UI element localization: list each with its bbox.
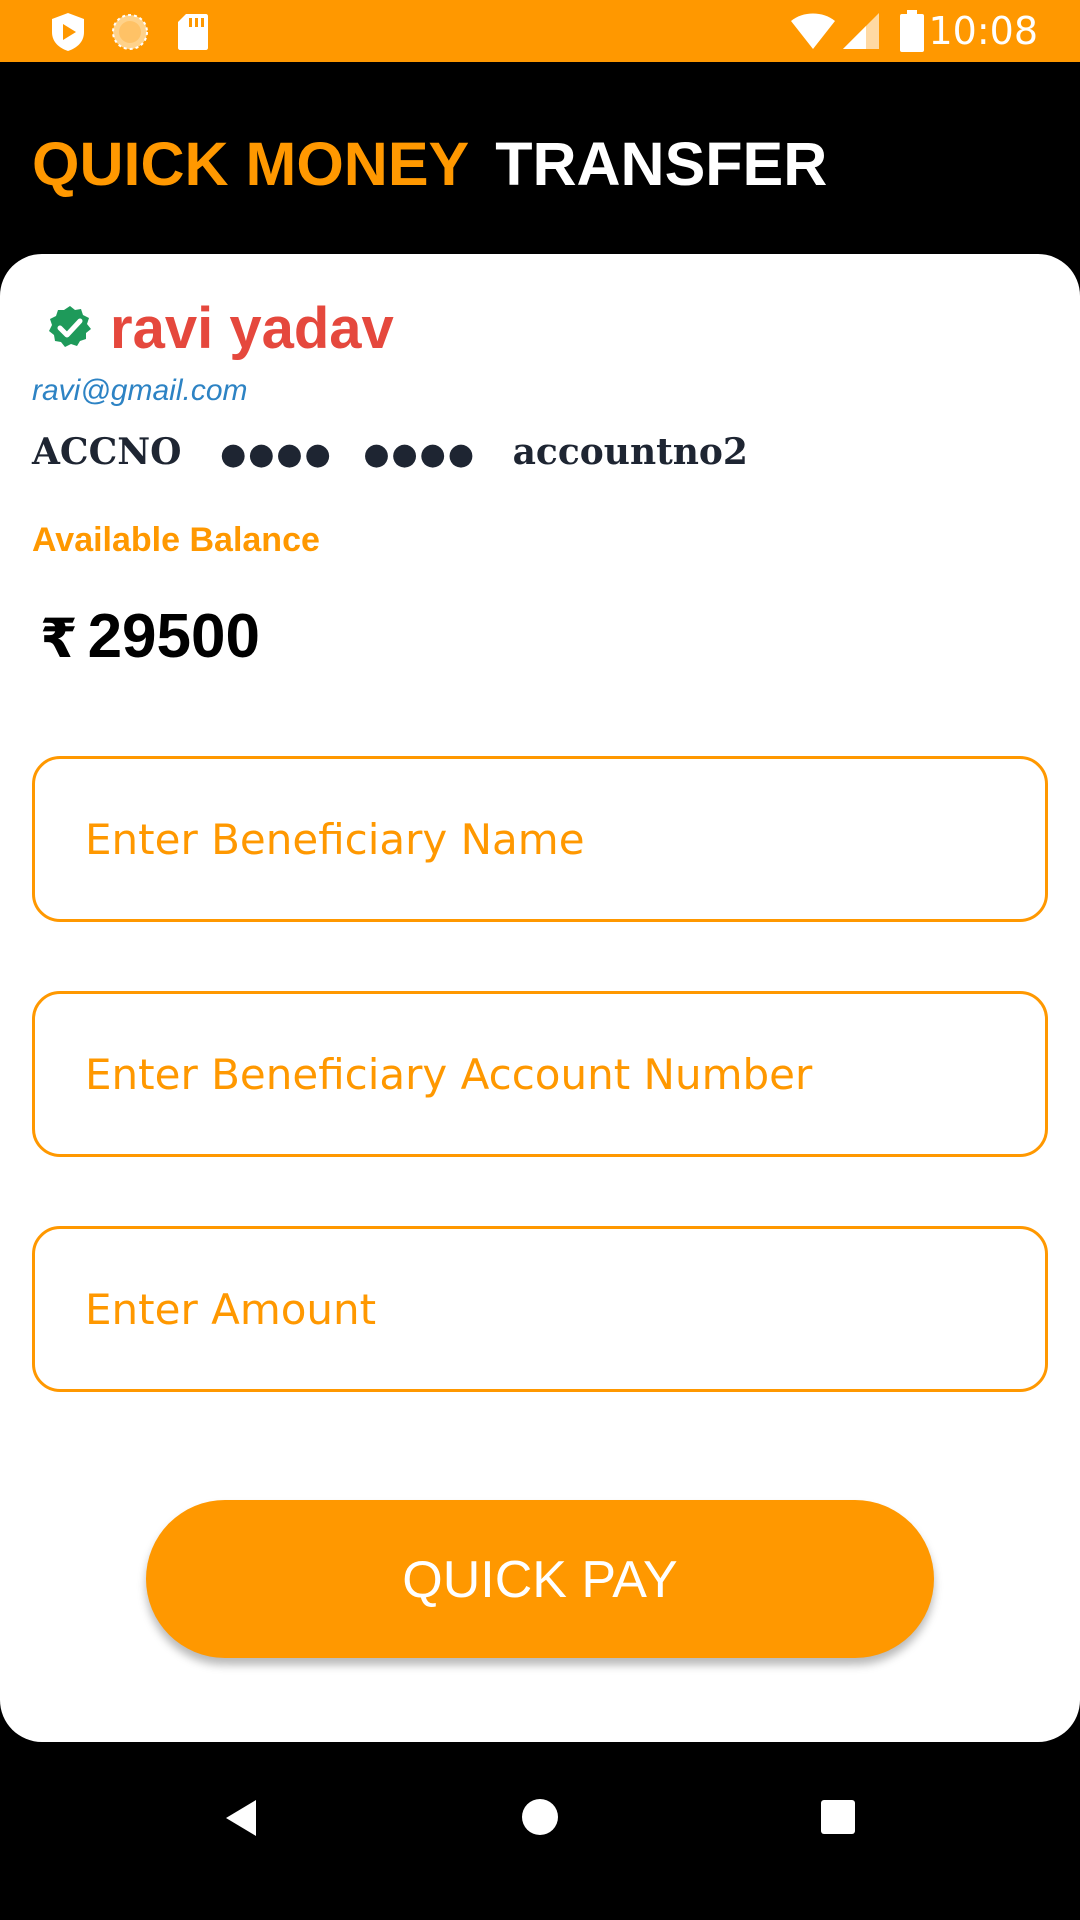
account-label: ACCNO — [32, 431, 182, 473]
sd-card-icon — [176, 12, 210, 57]
amount-field[interactable] — [32, 1226, 1048, 1392]
amount-input[interactable] — [85, 1229, 1005, 1389]
title-quick-money: QUICK MONEY — [32, 130, 470, 198]
title-transfer: TRANSFER — [495, 130, 828, 198]
quick-pay-button[interactable]: QUICK PAY — [146, 1500, 934, 1658]
app-title: QUICK MONEY TRANSFER — [32, 128, 827, 200]
rupee-icon: ₹ — [40, 607, 78, 670]
account-mask-2: ●●●● — [363, 437, 477, 472]
account-number-suffix: accountno2 — [512, 431, 748, 473]
account-mask-1: ●●●● — [220, 437, 333, 472]
balance-value: 29500 — [87, 602, 260, 671]
beneficiary-account-field[interactable] — [32, 991, 1048, 1157]
wifi-icon — [790, 12, 836, 55]
play-protect-icon — [50, 12, 86, 57]
home-icon[interactable] — [521, 1798, 559, 1841]
back-icon[interactable] — [224, 1798, 258, 1843]
verified-check-icon — [46, 304, 94, 352]
beneficiary-name-field[interactable] — [32, 756, 1048, 922]
available-balance-label: Available Balance — [32, 521, 320, 559]
recents-icon[interactable] — [820, 1799, 856, 1840]
status-bar: 10:08 — [0, 0, 1080, 62]
nav-bar — [0, 1742, 1080, 1920]
balance-amount: ₹29500 — [40, 600, 260, 676]
beneficiary-account-input[interactable] — [85, 994, 1005, 1154]
app-header: QUICK MONEY TRANSFER — [0, 62, 1080, 254]
beneficiary-name-input[interactable] — [85, 759, 1005, 919]
user-email: ravi@gmail.com — [32, 374, 248, 407]
signal-icon — [842, 12, 880, 55]
battery-icon — [900, 10, 924, 57]
sun-icon — [110, 12, 150, 57]
user-name: ravi yadav — [110, 296, 394, 361]
account-number-row: ACCNO ●●●● ●●●● accountno2 — [32, 430, 748, 477]
status-time: 10:08 — [928, 9, 1038, 53]
